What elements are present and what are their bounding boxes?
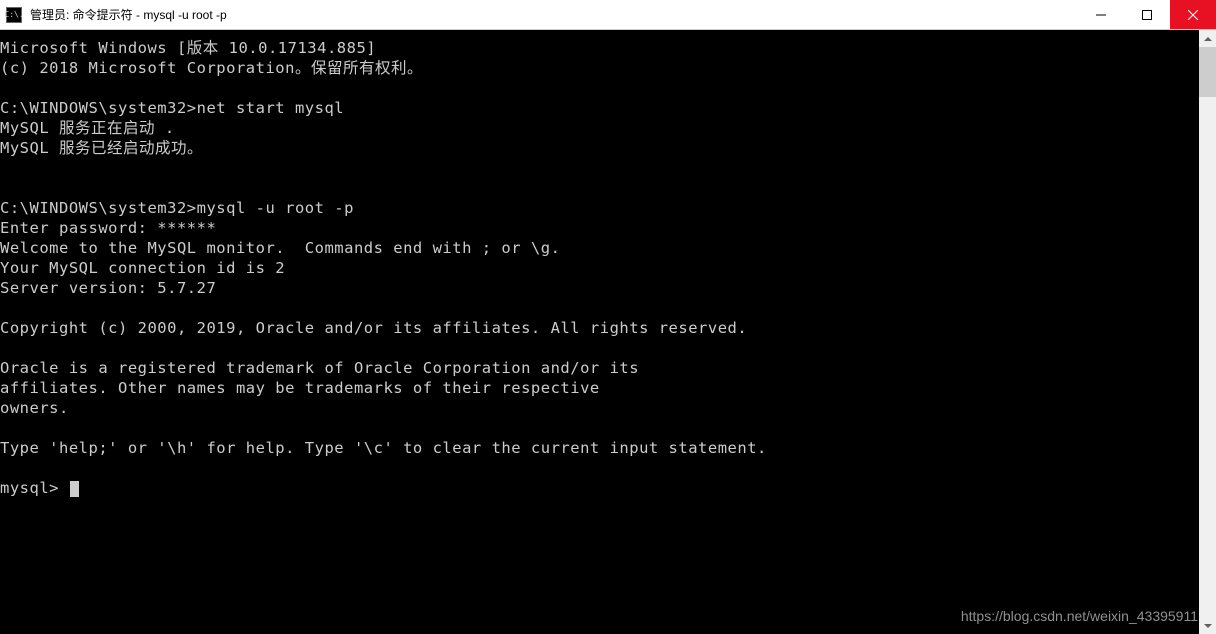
watermark-text: https://blog.csdn.net/weixin_43395911 (961, 608, 1198, 624)
maximize-icon (1142, 10, 1152, 20)
terminal-line: Your MySQL connection id is 2 (0, 259, 285, 277)
terminal-line: Copyright (c) 2000, 2019, Oracle and/or … (0, 319, 747, 337)
terminal-line: Oracle is a registered trademark of Orac… (0, 359, 639, 377)
vertical-scrollbar[interactable] (1199, 30, 1216, 634)
terminal-prompt: mysql> (0, 479, 69, 497)
cmd-icon: C:\. (6, 7, 22, 23)
scrollbar-down-button[interactable] (1199, 617, 1216, 634)
window-title: 管理员: 命令提示符 - mysql -u root -p (30, 6, 227, 23)
terminal-line: affiliates. Other names may be trademark… (0, 379, 600, 397)
terminal-line: (c) 2018 Microsoft Corporation。保留所有权利。 (0, 59, 423, 77)
minimize-button[interactable] (1078, 0, 1124, 29)
terminal-line: owners. (0, 399, 69, 417)
terminal-line: Enter password: ****** (0, 219, 216, 237)
close-icon (1188, 10, 1198, 20)
terminal-line: Type 'help;' or '\h' for help. Type '\c'… (0, 439, 767, 457)
window-titlebar: C:\. 管理员: 命令提示符 - mysql -u root -p (0, 0, 1216, 30)
terminal-line: Server version: 5.7.27 (0, 279, 216, 297)
maximize-button[interactable] (1124, 0, 1170, 29)
titlebar-controls (1078, 0, 1216, 29)
chevron-down-icon (1204, 624, 1212, 628)
chevron-up-icon (1204, 37, 1212, 41)
close-button[interactable] (1170, 0, 1216, 29)
cursor (70, 481, 79, 497)
terminal-line: MySQL 服务正在启动 . (0, 119, 175, 137)
terminal-output[interactable]: Microsoft Windows [版本 10.0.17134.885] (c… (0, 30, 1199, 634)
terminal-line: MySQL 服务已经启动成功。 (0, 139, 203, 157)
minimize-icon (1096, 10, 1106, 20)
terminal-line: C:\WINDOWS\system32>mysql -u root -p (0, 199, 354, 217)
terminal-line: Microsoft Windows [版本 10.0.17134.885] (0, 39, 376, 57)
terminal-line: Welcome to the MySQL monitor. Commands e… (0, 239, 560, 257)
titlebar-left: C:\. 管理员: 命令提示符 - mysql -u root -p (0, 6, 227, 23)
scrollbar-up-button[interactable] (1199, 30, 1216, 47)
scrollbar-thumb[interactable] (1199, 47, 1216, 97)
terminal-line: C:\WINDOWS\system32>net start mysql (0, 99, 344, 117)
